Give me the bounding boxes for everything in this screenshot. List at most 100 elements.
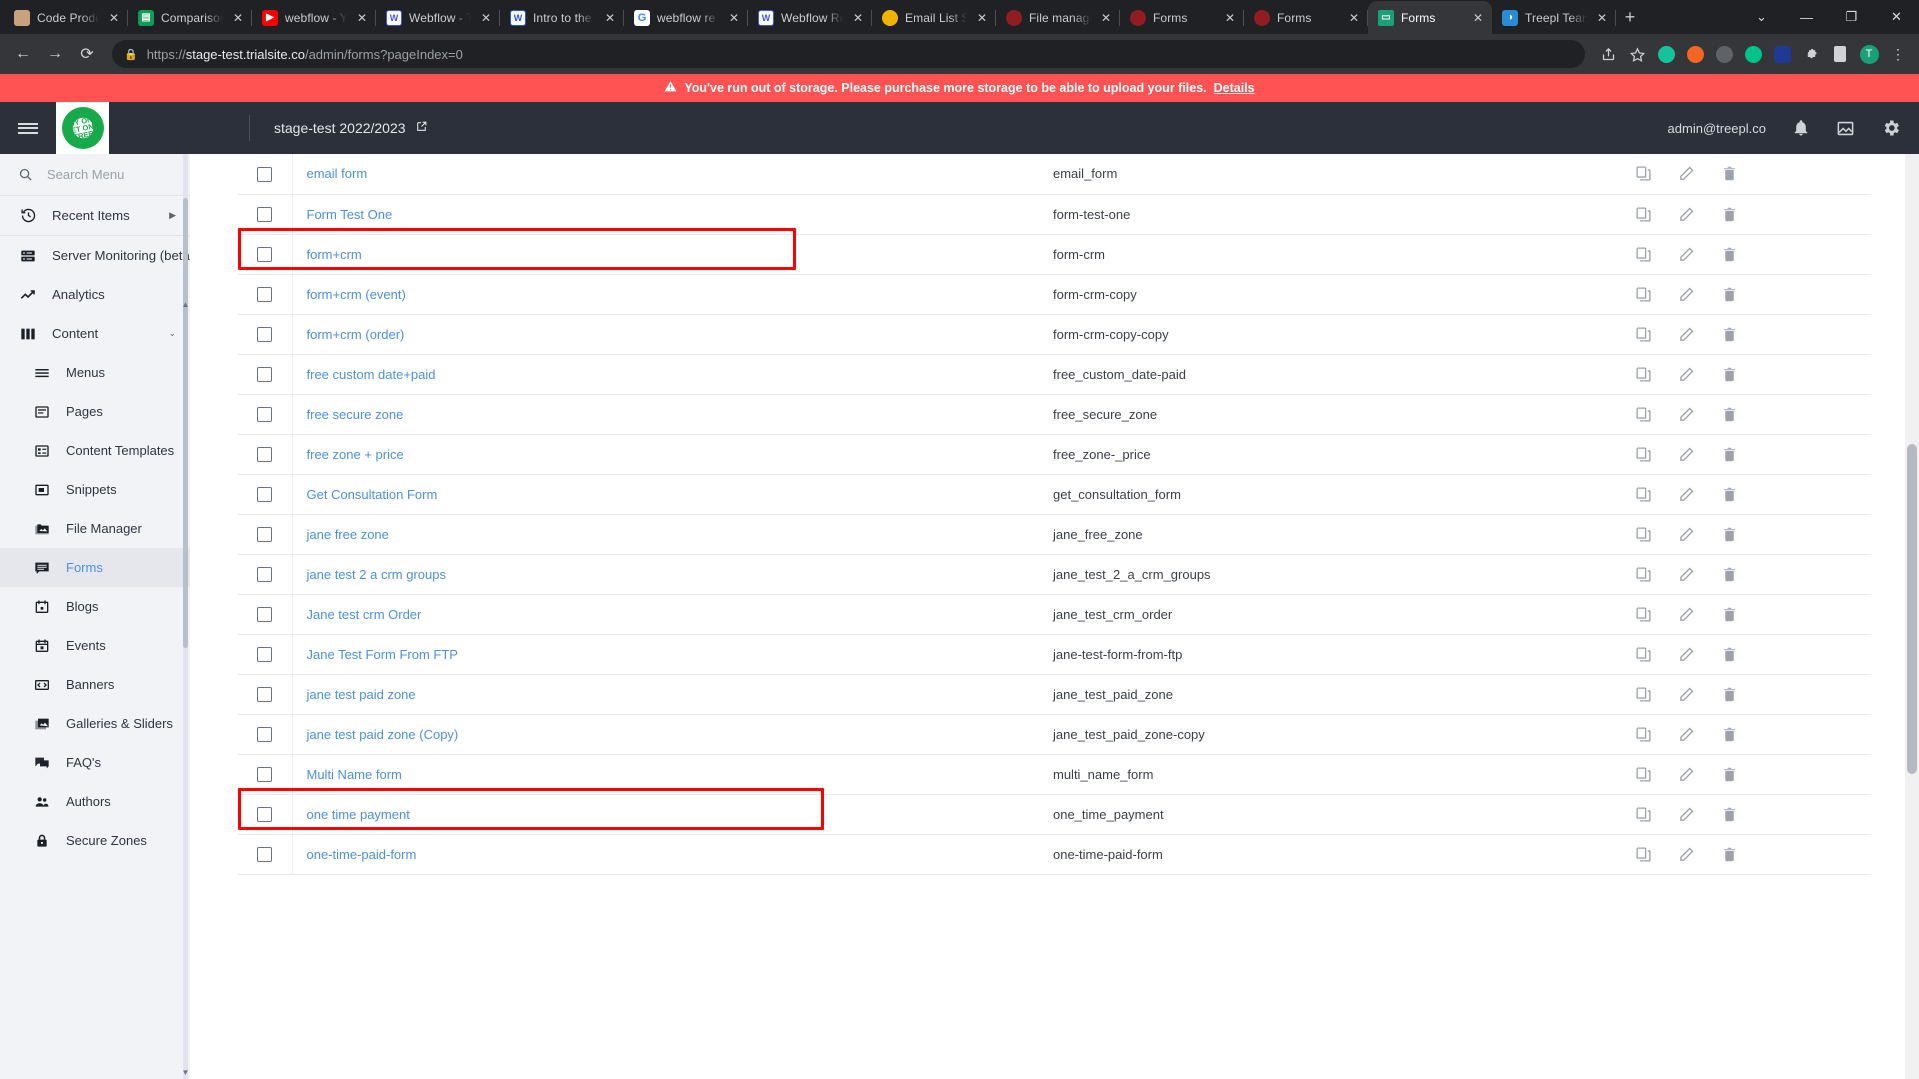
form-name-link[interactable]: jane free zone <box>307 527 389 542</box>
sidebar-item-faq-s[interactable]: FAQ's <box>0 743 190 782</box>
tab-close-icon[interactable]: ✕ <box>1098 10 1114 26</box>
tab-search-button[interactable]: ⌄ <box>1739 0 1784 34</box>
hamburger-icon[interactable] <box>0 120 56 136</box>
delete-trash-icon[interactable] <box>1721 646 1738 663</box>
tab-close-icon[interactable]: ✕ <box>850 10 866 26</box>
browser-tab-1[interactable]: ▤ Comparison ✕ <box>128 1 252 34</box>
copy-icon[interactable] <box>1635 366 1652 383</box>
sidebar-item-server-monitoring-beta[interactable]: Server Monitoring (beta) <box>0 236 190 275</box>
tab-close-icon[interactable]: ✕ <box>1470 10 1486 26</box>
bird-icon[interactable] <box>1740 41 1766 67</box>
sidebar-item-secure-zones[interactable]: Secure Zones <box>0 821 190 860</box>
sidebar-item-authors[interactable]: Authors <box>0 782 190 821</box>
row-checkbox[interactable] <box>257 807 273 823</box>
tab-close-icon[interactable]: ✕ <box>478 10 494 26</box>
delete-trash-icon[interactable] <box>1721 246 1738 263</box>
edit-pencil-icon[interactable] <box>1678 526 1695 543</box>
edit-pencil-icon[interactable] <box>1678 366 1695 383</box>
delete-trash-icon[interactable] <box>1721 606 1738 623</box>
row-checkbox[interactable] <box>257 367 273 383</box>
alert-details-link[interactable]: Details <box>1214 81 1255 95</box>
tab-close-icon[interactable]: ✕ <box>1222 10 1238 26</box>
tab-close-icon[interactable]: ✕ <box>354 10 370 26</box>
row-checkbox[interactable] <box>257 327 273 343</box>
delete-trash-icon[interactable] <box>1721 165 1738 182</box>
share-icon[interactable] <box>1595 41 1621 67</box>
delete-trash-icon[interactable] <box>1721 806 1738 823</box>
edit-pencil-icon[interactable] <box>1678 806 1695 823</box>
delete-trash-icon[interactable] <box>1721 566 1738 583</box>
recycle-icon[interactable] <box>1711 41 1737 67</box>
browser-tab-6[interactable]: W Webflow Re ✕ <box>748 1 872 34</box>
form-name-link[interactable]: free secure zone <box>307 407 404 422</box>
delete-trash-icon[interactable] <box>1721 326 1738 343</box>
row-checkbox[interactable] <box>257 647 273 663</box>
search-input[interactable] <box>47 167 167 182</box>
edit-pencil-icon[interactable] <box>1678 286 1695 303</box>
browser-tab-8[interactable]: File manage ✕ <box>996 1 1120 34</box>
minimize-button[interactable]: — <box>1784 0 1829 34</box>
edit-pencil-icon[interactable] <box>1678 446 1695 463</box>
copy-icon[interactable] <box>1635 726 1652 743</box>
tab-close-icon[interactable]: ✕ <box>1346 10 1362 26</box>
row-checkbox[interactable] <box>257 727 273 743</box>
user-email[interactable]: admin@treepl.co <box>1668 121 1766 136</box>
kebab-menu-icon[interactable]: ⋮ <box>1885 41 1911 67</box>
browser-tab-2[interactable]: ▶ webflow - Y ✕ <box>252 1 376 34</box>
row-checkbox[interactable] <box>257 607 273 623</box>
tab-icon[interactable] <box>1827 41 1853 67</box>
site-logo[interactable]: BUY ONE GET ONE FREE <box>56 102 109 154</box>
form-name-link[interactable]: one time payment <box>307 807 410 822</box>
form-name-link[interactable]: Get Consultation Form <box>307 487 438 502</box>
row-checkbox[interactable] <box>257 287 273 303</box>
avatar[interactable]: T <box>1856 41 1882 67</box>
sidebar-item-banners[interactable]: Banners <box>0 665 190 704</box>
delete-trash-icon[interactable] <box>1721 526 1738 543</box>
row-checkbox[interactable] <box>257 407 273 423</box>
edit-pencil-icon[interactable] <box>1678 686 1695 703</box>
row-checkbox[interactable] <box>257 207 273 223</box>
copy-icon[interactable] <box>1635 846 1652 863</box>
copy-icon[interactable] <box>1635 206 1652 223</box>
copy-icon[interactable] <box>1635 806 1652 823</box>
form-name-link[interactable]: free custom date+paid <box>307 367 436 382</box>
external-link-icon[interactable] <box>415 120 428 136</box>
copy-icon[interactable] <box>1635 246 1652 263</box>
form-name-link[interactable]: free zone + price <box>307 447 404 462</box>
form-name-link[interactable]: one-time-paid-form <box>307 847 417 862</box>
copy-icon[interactable] <box>1635 446 1652 463</box>
delete-trash-icon[interactable] <box>1721 406 1738 423</box>
row-checkbox[interactable] <box>257 487 273 503</box>
sidebar-item-snippets[interactable]: Snippets <box>0 470 190 509</box>
row-checkbox[interactable] <box>257 767 273 783</box>
delete-trash-icon[interactable] <box>1721 206 1738 223</box>
copy-icon[interactable] <box>1635 526 1652 543</box>
sidebar-item-file-manager[interactable]: File Manager <box>0 509 190 548</box>
tab-close-icon[interactable]: ✕ <box>974 10 990 26</box>
row-checkbox[interactable] <box>257 687 273 703</box>
reload-button[interactable]: ⟳ <box>72 39 102 69</box>
copy-icon[interactable] <box>1635 326 1652 343</box>
browser-tab-0[interactable]: Code Produ ✕ <box>4 1 128 34</box>
delete-trash-icon[interactable] <box>1721 766 1738 783</box>
browser-tab-4[interactable]: W Intro to the ✕ <box>500 1 624 34</box>
browser-tab-5[interactable]: Gwebflow re ✕ <box>624 1 748 34</box>
form-name-link[interactable]: email form <box>307 166 368 181</box>
form-name-link[interactable]: jane test 2 a crm groups <box>307 567 446 582</box>
puzzle-icon[interactable] <box>1798 41 1824 67</box>
delete-trash-icon[interactable] <box>1721 726 1738 743</box>
delete-trash-icon[interactable] <box>1721 686 1738 703</box>
browser-tab-3[interactable]: W Webflow - T ✕ <box>376 1 500 34</box>
sidebar-item-events[interactable]: Events <box>0 626 190 665</box>
image-icon[interactable] <box>1836 119 1855 138</box>
sidebar-scroll-up-icon[interactable]: ▲ <box>181 300 190 309</box>
row-checkbox[interactable] <box>257 247 273 263</box>
form-name-link[interactable]: form+crm <box>307 247 362 262</box>
sidebar-item-content[interactable]: Content ⌄ <box>0 314 190 353</box>
sidebar-item-pages[interactable]: Pages <box>0 392 190 431</box>
browser-tab-11[interactable]: ▭ Forms ✕ <box>1368 1 1492 34</box>
form-name-link[interactable]: Jane test crm Order <box>307 607 422 622</box>
edit-pencil-icon[interactable] <box>1678 326 1695 343</box>
browser-tab-10[interactable]: Forms ✕ <box>1244 1 1368 34</box>
copy-icon[interactable] <box>1635 286 1652 303</box>
